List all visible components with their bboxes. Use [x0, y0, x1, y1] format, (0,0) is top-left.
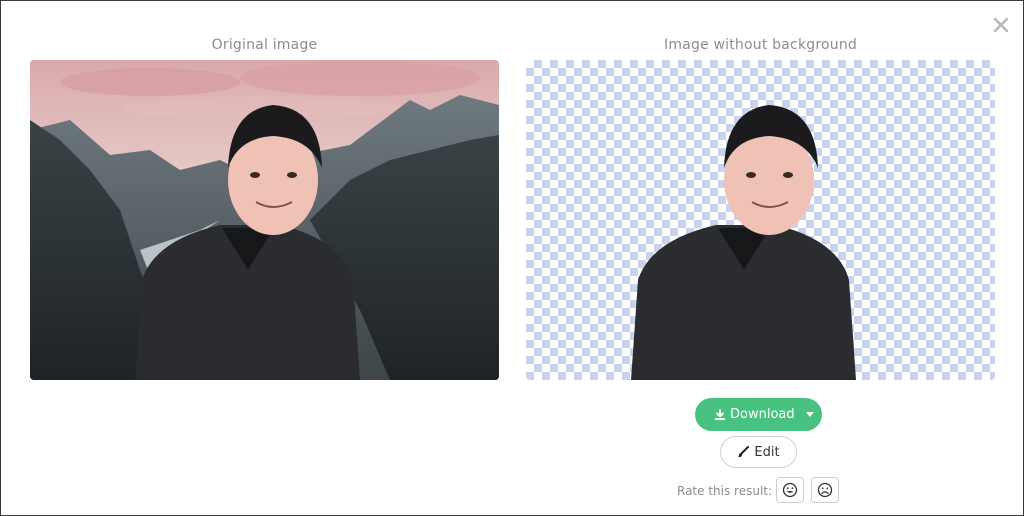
result-dialog: Original image Image without background: [0, 0, 1024, 516]
close-button[interactable]: [989, 13, 1013, 37]
result-image: [526, 60, 995, 380]
chevron-down-icon: [805, 412, 814, 417]
download-button[interactable]: Download: [695, 398, 822, 431]
original-image: [30, 60, 499, 380]
rate-label: Rate this result:: [677, 484, 773, 498]
download-icon: [715, 408, 725, 420]
original-image-title: Original image: [211, 37, 318, 53]
download-label: Download: [730, 407, 795, 422]
brush-icon: [738, 446, 750, 458]
edit-button[interactable]: Edit: [720, 436, 797, 468]
download-options-toggle[interactable]: [797, 398, 822, 431]
result-image-title: Image without background: [664, 37, 857, 53]
rate-sad-button[interactable]: [811, 477, 839, 503]
smile-icon: [782, 482, 798, 498]
frown-icon: [817, 482, 833, 498]
edit-label: Edit: [754, 444, 780, 460]
rate-happy-button[interactable]: [776, 477, 804, 503]
close-icon: [993, 17, 1009, 33]
download-main[interactable]: Download: [695, 398, 797, 431]
